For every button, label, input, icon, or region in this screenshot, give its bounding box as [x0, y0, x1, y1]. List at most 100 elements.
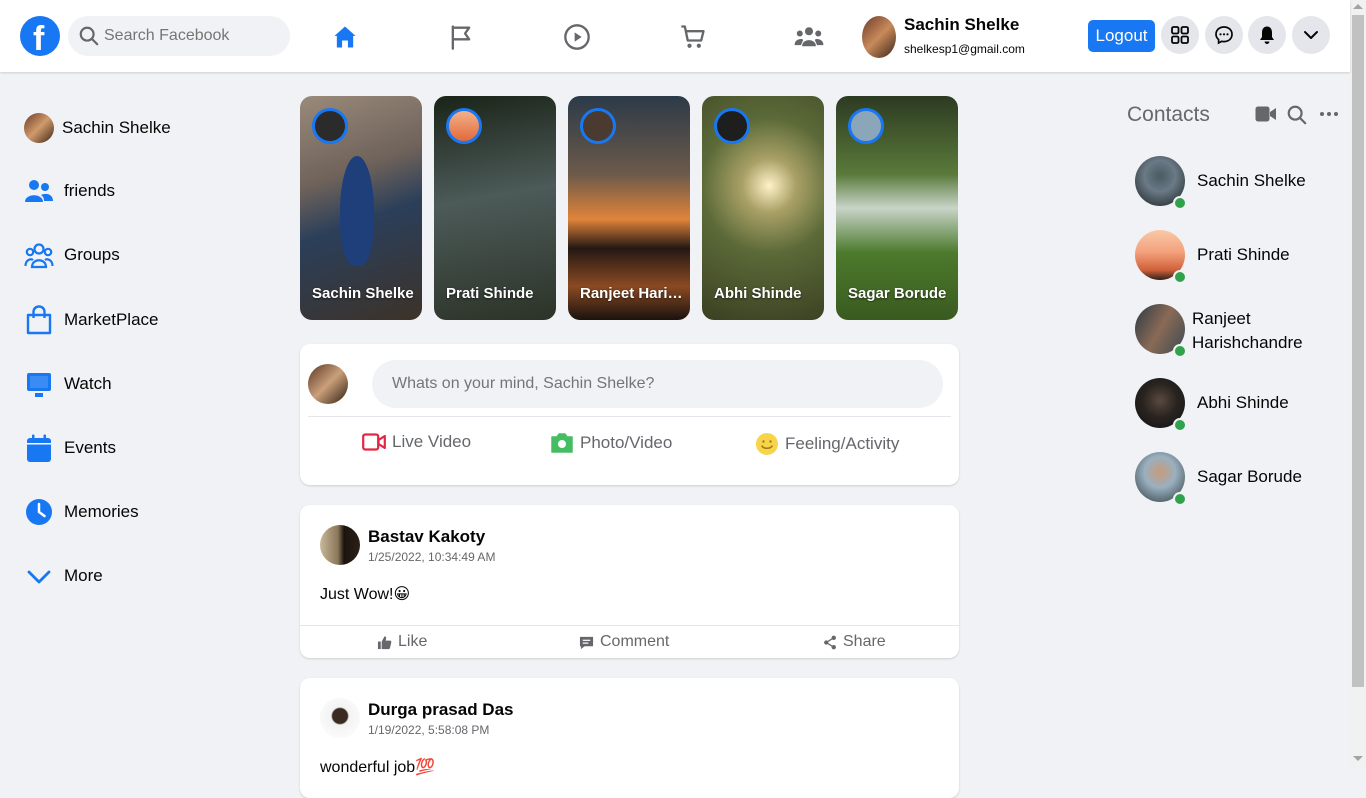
post-author-name[interactable]: Durga prasad Das	[368, 700, 514, 720]
feeling-activity-label: Feeling/Activity	[785, 434, 900, 453]
composer-input[interactable]	[372, 360, 943, 408]
nav-watch[interactable]	[560, 20, 594, 54]
sidebar-item-marketplace[interactable]: MarketPlace	[24, 305, 158, 335]
story-card[interactable]: Sagar Borude	[836, 96, 958, 320]
comment-button[interactable]: Comment	[579, 633, 669, 651]
story-avatar	[446, 108, 482, 144]
nav-groups[interactable]	[792, 20, 826, 54]
video-call-icon[interactable]	[1255, 105, 1277, 123]
marketplace-cart-icon	[681, 25, 705, 48]
sidebar-item-label: Memories	[64, 502, 139, 521]
comment-label: Comment	[600, 633, 670, 650]
sidebar-item-label: friends	[64, 181, 116, 200]
sidebar-item-watch[interactable]: Watch	[24, 369, 112, 399]
story-card[interactable]: Abhi Shinde	[702, 96, 824, 320]
sidebar-item-friends[interactable]: friends	[24, 177, 115, 205]
post-timestamp: 1/25/2022, 10:34:49 AM	[368, 550, 496, 564]
live-video-button[interactable]: Live Video	[362, 432, 471, 452]
sidebar-item-label: Groups	[64, 245, 120, 264]
contacts-title: Contacts	[1127, 103, 1210, 126]
contact-name: Ranjeet Harishchandre	[1192, 307, 1303, 355]
post-text: Just Wow!😀	[320, 586, 411, 603]
share-icon	[824, 635, 836, 649]
photo-video-button[interactable]: Photo/Video	[550, 432, 672, 454]
sidebar-item-label: More	[64, 566, 103, 585]
events-calendar-icon	[27, 434, 51, 462]
notifications-bell-icon	[1260, 26, 1274, 44]
contact-name: Sachin Shelke	[1197, 171, 1306, 190]
smiley-face-icon	[756, 433, 778, 455]
post-divider	[300, 625, 959, 626]
sidebar-profile-avatar	[24, 113, 54, 143]
sidebar-item-groups[interactable]: Groups	[24, 241, 120, 269]
photo-camera-icon	[551, 433, 573, 453]
facebook-logo[interactable]: f	[20, 16, 60, 58]
notifications-button[interactable]	[1248, 16, 1286, 54]
story-avatar	[848, 108, 884, 144]
post-author-avatar[interactable]	[320, 525, 360, 565]
flag-icon	[451, 25, 471, 50]
scroll-down-arrow-icon[interactable]	[1353, 756, 1363, 761]
like-label: Like	[398, 633, 428, 650]
memories-clock-icon	[26, 499, 52, 525]
marketplace-bag-icon	[26, 305, 52, 335]
friends-icon	[25, 180, 53, 202]
sidebar-profile-name: Sachin Shelke	[62, 118, 171, 137]
sidebar-item-more[interactable]: More	[24, 561, 103, 591]
post-timestamp: 1/19/2022, 5:58:08 PM	[368, 723, 490, 737]
post-author-name[interactable]: Bastav Kakoty	[368, 527, 485, 547]
story-card[interactable]: Prati Shinde	[434, 96, 556, 320]
online-indicator	[1173, 196, 1187, 210]
contact-name-line1: Ranjeet	[1192, 309, 1251, 328]
online-indicator	[1173, 492, 1187, 506]
photo-video-label: Photo/Video	[580, 433, 673, 452]
story-card[interactable]: Ranjeet Harishchandre	[568, 96, 690, 320]
menu-button[interactable]	[1161, 16, 1199, 54]
more-options-icon[interactable]	[1319, 110, 1339, 118]
story-name: Prati Shinde	[446, 285, 534, 302]
contact-name: Abhi Shinde	[1197, 393, 1289, 412]
contact-name: Sagar Borude	[1197, 467, 1302, 486]
nav-pages[interactable]	[444, 20, 478, 54]
feeling-activity-button[interactable]: Feeling/Activity	[755, 432, 899, 456]
share-button[interactable]: Share	[823, 633, 886, 651]
watch-play-icon	[564, 24, 590, 50]
contact-name-line2: Harishchandre	[1192, 333, 1303, 352]
story-name: Ranjeet Harishchandre	[580, 285, 684, 302]
nav-home[interactable]	[328, 20, 362, 54]
profile-avatar	[862, 16, 896, 58]
online-indicator	[1173, 344, 1187, 358]
comment-bubble-icon	[579, 636, 594, 649]
sidebar-item-label: Watch	[64, 374, 112, 393]
composer-avatar	[308, 364, 348, 404]
sidebar-item-label: MarketPlace	[64, 310, 159, 329]
scroll-up-arrow-icon[interactable]	[1353, 4, 1363, 9]
composer-divider	[308, 416, 951, 417]
story-name: Sagar Borude	[848, 285, 947, 302]
sidebar-item-memories[interactable]: Memories	[24, 497, 139, 527]
story-card[interactable]: Sachin Shelke	[300, 96, 422, 320]
online-indicator	[1173, 270, 1187, 284]
story-name: Sachin Shelke	[312, 285, 414, 302]
profile-name: Sachin Shelke	[904, 15, 1020, 34]
search-icon[interactable]	[1286, 104, 1308, 126]
search-box[interactable]	[68, 16, 290, 56]
menu-grid-icon	[1171, 26, 1189, 44]
scrollbar-thumb[interactable]	[1352, 15, 1364, 687]
post-card: Bastav Kakoty 1/25/2022, 10:34:49 AM Jus…	[300, 505, 959, 658]
nav-marketplace[interactable]	[676, 20, 710, 54]
post-card: Durga prasad Das 1/19/2022, 5:58:08 PM w…	[300, 678, 959, 798]
like-button[interactable]: Like	[377, 633, 427, 651]
live-video-icon	[362, 433, 386, 451]
post-composer: Live Video Photo/Video Feeling/Activity	[300, 344, 959, 485]
post-author-avatar[interactable]	[320, 698, 360, 738]
messenger-button[interactable]	[1205, 16, 1243, 54]
account-button[interactable]	[1292, 16, 1330, 54]
chevron-down-icon	[27, 570, 51, 584]
search-input[interactable]	[104, 16, 284, 56]
story-name: Abhi Shinde	[714, 285, 802, 302]
sidebar-item-events[interactable]: Events	[24, 433, 116, 463]
online-indicator	[1173, 418, 1187, 432]
logout-button[interactable]: Logout	[1088, 20, 1155, 52]
sidebar-item-profile[interactable]: Sachin Shelke	[24, 113, 171, 143]
